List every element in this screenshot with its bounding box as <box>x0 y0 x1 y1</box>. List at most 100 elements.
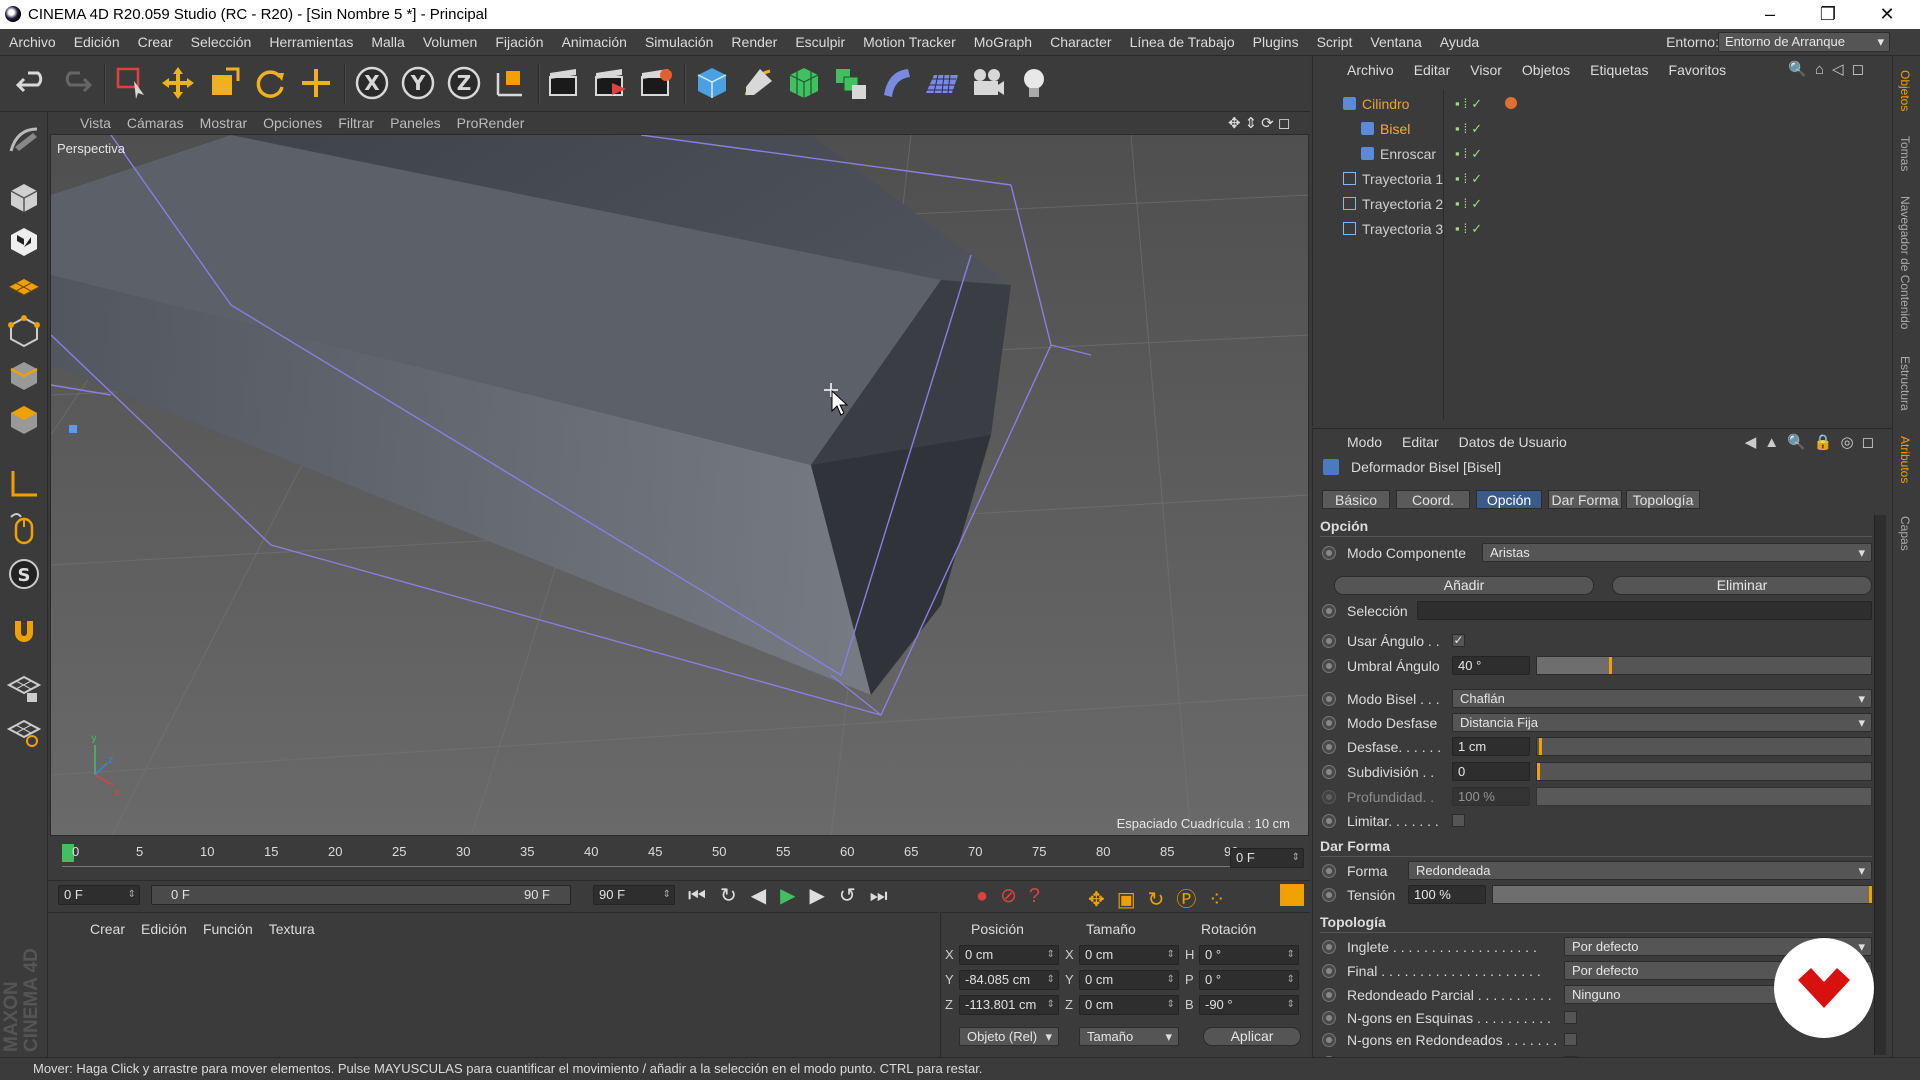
attr-menu-editar[interactable]: Editar <box>1392 434 1449 450</box>
coord-mode-select[interactable]: Objeto (Rel) <box>959 1027 1059 1046</box>
record-key-controls[interactable]: ●⊘? <box>976 883 1052 908</box>
size-y-field[interactable]: 0 cm <box>1079 970 1179 990</box>
objects-menu-archivo[interactable]: Archivo <box>1337 62 1404 78</box>
menu-herramientas[interactable]: Herramientas <box>260 34 362 50</box>
object-name[interactable]: Trayectoria 2 <box>1362 192 1443 216</box>
object-name[interactable]: Enroscar <box>1380 142 1436 166</box>
undo-button[interactable] <box>12 62 52 104</box>
attribute-scrollbar[interactable] <box>1874 515 1886 1055</box>
axis-mode-button[interactable] <box>4 464 44 504</box>
menu-ventana[interactable]: Ventana <box>1361 34 1430 50</box>
tension-field[interactable]: 100 % <box>1408 885 1486 904</box>
live-selection-button[interactable] <box>112 62 152 104</box>
objects-menu-objetos[interactable]: Objetos <box>1512 62 1580 78</box>
render-to-picture-viewer-button[interactable] <box>590 62 630 104</box>
animate-dot-icon[interactable] <box>1322 740 1336 754</box>
environment-select[interactable]: Entorno de Arranque <box>1718 32 1890 52</box>
add-button[interactable]: Añadir <box>1334 576 1594 595</box>
object-row[interactable]: Trayectoria 2 ▪⁞✓ <box>1323 192 1883 216</box>
object-row[interactable]: Bisel ▪⁞✓ <box>1323 117 1883 141</box>
modo-componente-select[interactable]: Aristas <box>1482 543 1872 562</box>
pos-y-field[interactable]: -84.085 cm <box>959 970 1059 990</box>
array-button[interactable] <box>830 62 870 104</box>
scale-tool-button[interactable] <box>204 62 244 104</box>
pos-z-field[interactable]: -113.801 cm <box>959 995 1059 1015</box>
object-manager-search-icons[interactable]: 🔍⌂◁◻ <box>1788 60 1872 78</box>
side-tab-navegador[interactable]: Navegador de Contenido <box>1898 196 1912 329</box>
menu-motion-tracker[interactable]: Motion Tracker <box>854 34 965 50</box>
animate-dot-icon[interactable] <box>1322 634 1336 648</box>
tab-coord[interactable]: Coord. <box>1396 490 1470 509</box>
menu-character[interactable]: Character <box>1041 34 1120 50</box>
x-axis-lock-button[interactable]: X <box>352 62 392 104</box>
transport-controls[interactable]: ⏮↻◀▶▶↺⏭ <box>688 883 902 908</box>
material-menu-textura[interactable]: Textura <box>261 921 323 937</box>
maximize-button[interactable]: ❐ <box>1799 0 1857 29</box>
modo-desfase-select[interactable]: Distancia Fija <box>1452 713 1872 732</box>
rot-b-field[interactable]: -90 ° <box>1199 995 1299 1015</box>
ngons-redondeados-checkbox[interactable] <box>1564 1033 1577 1046</box>
menu-crear[interactable]: Crear <box>129 34 182 50</box>
animate-dot-icon[interactable] <box>1322 546 1336 560</box>
limitar-checkbox[interactable] <box>1452 814 1465 827</box>
current-frame-field[interactable]: 0 F <box>1230 848 1304 868</box>
timeline-window-icon[interactable] <box>1280 884 1304 906</box>
objects-menu-etiquetas[interactable]: Etiquetas <box>1580 62 1658 78</box>
viewport-menu-filtrar[interactable]: Filtrar <box>330 115 382 131</box>
menu-render[interactable]: Render <box>722 34 786 50</box>
viewport-menu-camaras[interactable]: Cámaras <box>119 115 192 131</box>
menu-archivo[interactable]: Archivo <box>0 34 65 50</box>
viewport-menu-opciones[interactable]: Opciones <box>255 115 330 131</box>
subdivision-slider[interactable] <box>1536 762 1872 781</box>
polygons-mode-button[interactable] <box>4 400 44 440</box>
viewport-menu-paneles[interactable]: Paneles <box>382 115 449 131</box>
seleccion-field[interactable] <box>1417 601 1872 620</box>
attr-menu-datos-usuario[interactable]: Datos de Usuario <box>1449 434 1577 450</box>
render-settings-button[interactable] <box>636 62 676 104</box>
objects-menu-editar[interactable]: Editar <box>1404 62 1461 78</box>
pen-tool-button[interactable] <box>738 62 778 104</box>
visibility-check-icon[interactable]: ▪⁞✓ <box>1455 117 1486 141</box>
desfase-field[interactable]: 1 cm <box>1452 737 1530 756</box>
animate-dot-icon[interactable] <box>1322 888 1336 902</box>
frame-range-slider[interactable]: 0 F 90 F <box>151 885 571 905</box>
animate-dot-icon[interactable] <box>1322 604 1336 618</box>
object-row[interactable]: Enroscar ▪⁞✓ <box>1323 142 1883 166</box>
menu-seleccion[interactable]: Selección <box>182 34 261 50</box>
menu-ayuda[interactable]: Ayuda <box>1431 34 1488 50</box>
side-tab-objetos[interactable]: Objetos <box>1898 70 1912 111</box>
visibility-check-icon[interactable]: ▪⁞✓ <box>1455 217 1486 241</box>
points-mode-button[interactable] <box>4 312 44 352</box>
desfase-slider[interactable] <box>1536 737 1872 756</box>
snap-button[interactable]: S <box>4 554 44 594</box>
material-menu-edicion[interactable]: Edición <box>133 921 195 937</box>
start-frame-field[interactable]: 0 F <box>58 885 140 905</box>
viewport-navigation-icons[interactable]: ✥⇕⟳◻ <box>1228 114 1294 132</box>
size-x-field[interactable]: 0 cm <box>1079 945 1179 965</box>
texture-mode-button[interactable] <box>4 222 44 262</box>
rot-p-field[interactable]: 0 ° <box>1199 970 1299 990</box>
size-z-field[interactable]: 0 cm <box>1079 995 1179 1015</box>
animate-dot-icon[interactable] <box>1322 765 1336 779</box>
coordinate-system-button[interactable] <box>490 62 530 104</box>
locked-workplane-button[interactable] <box>4 668 44 708</box>
viewport-menu-vista[interactable]: Vista <box>72 115 119 131</box>
add-cube-button[interactable] <box>692 62 732 104</box>
attribute-nav-icons[interactable]: ◀▲🔍🔒◎◻ <box>1745 433 1882 451</box>
minimize-button[interactable]: – <box>1741 0 1799 29</box>
menu-volumen[interactable]: Volumen <box>414 34 486 50</box>
tension-slider[interactable] <box>1492 885 1872 904</box>
rotate-tool-button[interactable] <box>250 62 290 104</box>
umbral-angulo-field[interactable]: 40 ° <box>1452 656 1530 675</box>
viewport-menu-mostrar[interactable]: Mostrar <box>192 115 255 131</box>
magnet-button[interactable] <box>4 612 44 652</box>
visibility-check-icon[interactable]: ▪⁞✓ <box>1455 92 1486 116</box>
key-filter-controls[interactable]: ✥▣↻Ⓟ⁘ <box>1088 883 1237 912</box>
side-tab-estructura[interactable]: Estructura <box>1898 356 1912 411</box>
menu-malla[interactable]: Malla <box>362 34 413 50</box>
make-editable-button[interactable] <box>4 120 44 160</box>
viewport-menu-prorender[interactable]: ProRender <box>449 115 533 131</box>
visibility-check-icon[interactable]: ▪⁞✓ <box>1455 142 1486 166</box>
visibility-check-icon[interactable]: ▪⁞✓ <box>1455 167 1486 191</box>
objects-menu-visor[interactable]: Visor <box>1460 62 1512 78</box>
